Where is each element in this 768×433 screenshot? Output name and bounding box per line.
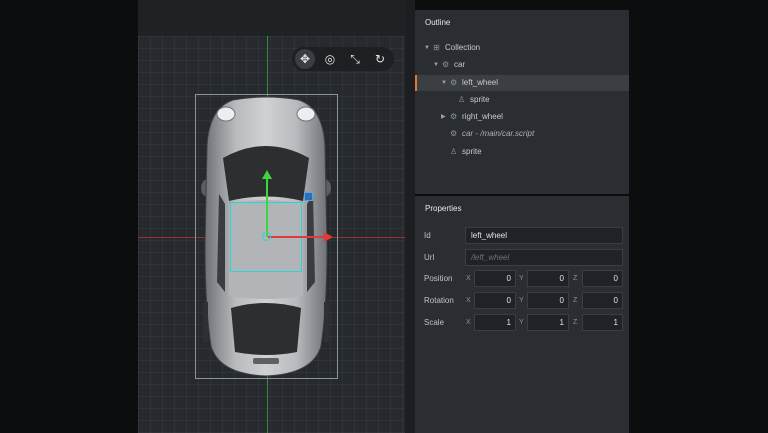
tree-item-right-wheel[interactable]: ▶ ⚙ right_wheel	[415, 109, 629, 125]
scale-label: Scale	[424, 318, 445, 327]
position-y-letter: Y	[519, 275, 524, 282]
game-object-icon: ⚙	[442, 60, 450, 69]
rotation-y-letter: Y	[519, 297, 524, 304]
sprite-icon: ♙	[458, 95, 466, 104]
scale-y-letter: Y	[519, 319, 524, 326]
scale-z-field[interactable]: 1	[582, 314, 623, 331]
tree-item-label: Collection	[445, 43, 481, 52]
sprite-icon: ♙	[450, 147, 458, 156]
tree-item-collection[interactable]: ▼ ⊞ Collection	[415, 40, 629, 56]
rotation-y-field[interactable]: 0	[527, 292, 569, 309]
scale-x-field[interactable]: 1	[474, 314, 516, 331]
game-object-icon: ⚙	[450, 78, 458, 87]
expand-arrow-icon[interactable]: ▼	[433, 57, 439, 73]
outline-title: Outline	[425, 18, 451, 27]
properties-title: Properties	[425, 204, 462, 213]
position-x-field[interactable]: 0	[474, 270, 516, 287]
tree-item-label: sprite	[470, 95, 490, 104]
panel-splitter[interactable]	[405, 0, 415, 433]
move-y-arrow-icon[interactable]	[262, 170, 272, 179]
position-label: Position	[424, 274, 453, 283]
rotate-tool-icon[interactable]: ◎	[320, 49, 340, 69]
tree-item-car-sprite[interactable]: ♙ sprite	[415, 144, 629, 160]
position-z-field[interactable]: 0	[582, 270, 623, 287]
refresh-tool-icon[interactable]: ↻	[370, 49, 390, 69]
position-z-letter: Z	[573, 275, 578, 282]
scene-viewport[interactable]: ✥ ◎ ⤡ ↻	[138, 0, 415, 433]
move-y-handle[interactable]	[266, 178, 268, 237]
tree-item-left-wheel-sprite[interactable]: ♙ sprite	[415, 92, 629, 108]
manipulator-toolbar: ✥ ◎ ⤡ ↻	[292, 47, 394, 71]
position-y-field[interactable]: 0	[527, 270, 569, 287]
tree-item-label: left_wheel	[462, 78, 499, 87]
tree-item-label: car	[454, 60, 466, 69]
tree-item-left-wheel[interactable]: ▼ ⚙ left_wheel	[415, 75, 629, 91]
expand-arrow-icon[interactable]: ▼	[424, 40, 430, 56]
outline-panel: Outline ▼ ⊞ Collection ▼ ⚙ car ▼ ⚙ left_…	[415, 10, 629, 194]
tree-item-car[interactable]: ▼ ⚙ car	[415, 57, 629, 73]
rotation-z-letter: Z	[573, 297, 578, 304]
tree-item-label: car - /main/car.script	[462, 129, 535, 138]
rotation-x-field[interactable]: 0	[474, 292, 516, 309]
rotation-label: Rotation	[424, 296, 454, 305]
collection-icon: ⊞	[433, 43, 440, 52]
move-xy-plane-handle[interactable]	[304, 192, 313, 201]
url-field[interactable]: /left_wheel	[465, 249, 623, 266]
id-label: Id	[424, 231, 431, 240]
expand-arrow-icon[interactable]: ▶	[441, 109, 446, 125]
scale-tool-icon[interactable]: ⤡	[345, 49, 365, 69]
id-field[interactable]: left_wheel	[465, 227, 623, 244]
tree-item-label: right_wheel	[462, 112, 503, 121]
url-label: Url	[424, 253, 435, 262]
pivot-handle[interactable]	[262, 232, 271, 241]
position-x-letter: X	[466, 275, 471, 282]
scale-z-letter: Z	[573, 319, 578, 326]
rotation-x-letter: X	[466, 297, 471, 304]
properties-panel: Properties Id left_wheel Url /left_wheel…	[415, 196, 629, 433]
rotation-z-field[interactable]: 0	[582, 292, 623, 309]
tree-item-car-script[interactable]: ⚙ car - /main/car.script	[415, 126, 629, 142]
move-x-arrow-icon[interactable]	[324, 232, 333, 242]
expand-arrow-icon[interactable]: ▼	[441, 75, 447, 91]
scale-y-field[interactable]: 1	[527, 314, 569, 331]
viewport-top-bar	[138, 0, 415, 36]
background-margin	[629, 0, 768, 433]
move-x-handle[interactable]	[268, 236, 324, 238]
game-object-icon: ⚙	[450, 112, 458, 121]
move-tool-icon[interactable]: ✥	[295, 49, 315, 69]
tree-item-label: sprite	[462, 147, 482, 156]
scale-x-letter: X	[466, 319, 471, 326]
script-icon: ⚙	[450, 129, 458, 138]
